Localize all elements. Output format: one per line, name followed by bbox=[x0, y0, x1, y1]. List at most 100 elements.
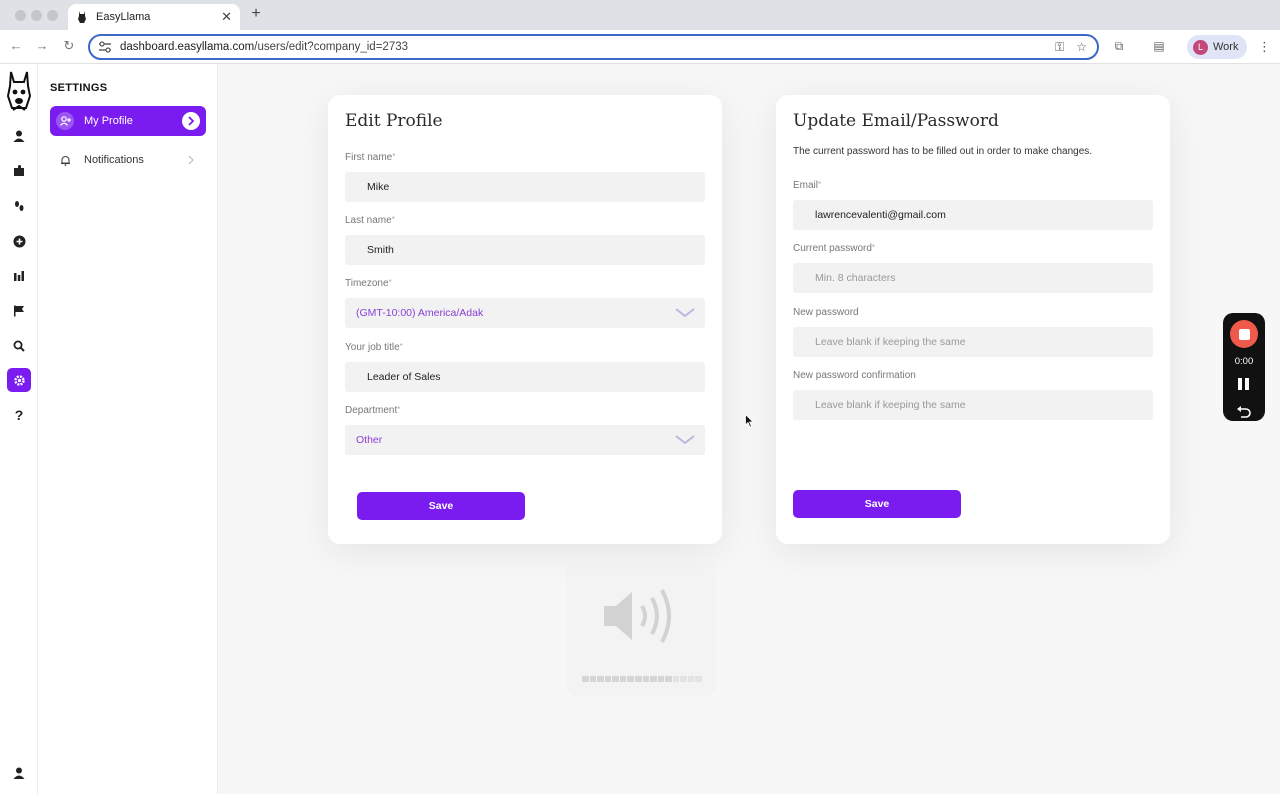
restart-icon[interactable] bbox=[1236, 406, 1252, 418]
url-path: /users/edit?company_id=2733 bbox=[254, 41, 409, 53]
rail-steps-icon[interactable] bbox=[7, 194, 31, 218]
tab-close-icon[interactable]: ✕ bbox=[221, 9, 232, 25]
new-tab-button[interactable]: + bbox=[248, 5, 264, 23]
department-select[interactable]: Other bbox=[345, 425, 705, 455]
add-user-icon bbox=[56, 112, 74, 130]
settings-title: SETTINGS bbox=[50, 82, 108, 94]
window-zoom-button[interactable] bbox=[47, 10, 58, 21]
required-marker: * bbox=[392, 152, 396, 161]
timezone-select[interactable]: (GMT-10:00) America/Adak bbox=[345, 298, 705, 328]
label-text: Timezone bbox=[345, 278, 389, 289]
required-marker: * bbox=[818, 180, 822, 189]
job-title-input[interactable]: Leader of Sales bbox=[345, 362, 705, 392]
stop-icon bbox=[1238, 328, 1250, 340]
rail-puzzle-icon[interactable] bbox=[7, 159, 31, 183]
volume-segment bbox=[657, 676, 665, 682]
volume-segment bbox=[634, 676, 642, 682]
save-profile-button[interactable]: Save bbox=[357, 492, 525, 520]
volume-segment bbox=[650, 676, 657, 682]
stop-recording-button[interactable] bbox=[1230, 320, 1258, 348]
rail-flag-icon[interactable] bbox=[7, 299, 31, 323]
timezone-value: (GMT-10:00) America/Adak bbox=[356, 307, 484, 319]
app-icon-rail: ? bbox=[0, 64, 38, 794]
url-text: dashboard.easyllama.com/users/edit?compa… bbox=[120, 41, 1055, 53]
side-panel-icon[interactable]: ▤ bbox=[1151, 39, 1167, 55]
email-label: Email* bbox=[793, 180, 821, 191]
screen-recorder-widget: 0:00 bbox=[1223, 313, 1265, 421]
new-password-confirmation-label: New password confirmation bbox=[793, 370, 916, 381]
reload-icon[interactable]: ↻ bbox=[61, 38, 77, 54]
label-text: Department bbox=[345, 405, 398, 416]
chevron-right-icon bbox=[182, 112, 200, 130]
label-text: Current password bbox=[793, 243, 872, 254]
rail-gear-icon[interactable] bbox=[7, 368, 31, 392]
browser-tab[interactable]: EasyLlama ✕ bbox=[68, 4, 240, 30]
volume-segment bbox=[582, 676, 589, 682]
department-value: Other bbox=[356, 434, 383, 446]
password-key-icon[interactable]: ⚿ bbox=[1055, 40, 1064, 55]
chevron-right-icon bbox=[182, 151, 200, 169]
rail-user-icon[interactable] bbox=[7, 124, 31, 148]
settings-sidebar: SETTINGS My Profile Notifications bbox=[38, 64, 218, 794]
job-title-label: Your job title* bbox=[345, 342, 403, 353]
tab-title: EasyLlama bbox=[96, 11, 151, 23]
browser-menu-icon[interactable]: ⋮ bbox=[1258, 39, 1271, 55]
sidebar-item-my-profile[interactable]: My Profile bbox=[50, 106, 206, 136]
required-marker: * bbox=[871, 243, 876, 252]
url-host: dashboard.easyllama.com bbox=[120, 41, 255, 53]
rail-help-icon[interactable]: ? bbox=[7, 403, 31, 427]
volume-segment bbox=[680, 676, 687, 682]
required-marker: * bbox=[388, 278, 392, 287]
card-description: The current password has to be filled ou… bbox=[793, 146, 1093, 157]
volume-level-bar bbox=[582, 676, 702, 682]
card-title: Edit Profile bbox=[345, 111, 443, 131]
window-minimize-button[interactable] bbox=[31, 10, 42, 21]
site-settings-icon[interactable] bbox=[98, 41, 112, 53]
rail-account-icon[interactable] bbox=[7, 761, 31, 785]
rail-plus-circle-icon[interactable] bbox=[7, 229, 31, 253]
email-field[interactable]: lawrencevalenti@gmail.com bbox=[793, 200, 1153, 230]
easyllama-logo[interactable] bbox=[4, 70, 34, 114]
chevron-down-icon bbox=[675, 435, 695, 445]
window-close-button[interactable] bbox=[15, 10, 26, 21]
recording-timer: 0:00 bbox=[1234, 356, 1254, 367]
rail-search-icon[interactable] bbox=[7, 334, 31, 358]
label-text: First name bbox=[345, 152, 393, 163]
current-password-label: Current password* bbox=[793, 243, 875, 254]
required-marker: * bbox=[399, 342, 403, 351]
chevron-down-icon bbox=[675, 308, 695, 318]
address-bar[interactable]: dashboard.easyllama.com/users/edit?compa… bbox=[88, 34, 1099, 60]
back-icon[interactable]: ← bbox=[8, 38, 24, 53]
first-name-input[interactable]: Mike bbox=[345, 172, 705, 202]
pause-icon[interactable] bbox=[1238, 378, 1250, 390]
rail-bar-chart-icon[interactable] bbox=[7, 264, 31, 288]
last-name-input[interactable]: Smith bbox=[345, 235, 705, 265]
volume-segment bbox=[627, 676, 634, 682]
sidebar-item-label: My Profile bbox=[84, 115, 133, 127]
edit-profile-card: Edit Profile First name* Mike Last name*… bbox=[328, 95, 722, 544]
current-password-input[interactable]: Min. 8 characters bbox=[793, 263, 1153, 293]
forward-icon[interactable]: → bbox=[34, 38, 50, 53]
volume-segment bbox=[642, 676, 650, 682]
speaker-icon bbox=[604, 589, 671, 643]
extensions-icon[interactable]: ⧉ bbox=[1111, 39, 1127, 55]
volume-overlay bbox=[566, 560, 716, 696]
volume-segment bbox=[695, 676, 702, 682]
new-password-confirmation-input[interactable]: Leave blank if keeping the same bbox=[793, 390, 1153, 420]
bell-icon bbox=[56, 151, 74, 169]
timezone-label: Timezone* bbox=[345, 278, 392, 289]
first-name-label: First name* bbox=[345, 152, 395, 163]
browser-tab-strip: EasyLlama ✕ + bbox=[0, 0, 1280, 30]
volume-segment bbox=[589, 676, 597, 682]
sidebar-item-notifications[interactable]: Notifications bbox=[50, 145, 206, 175]
label-text: Last name bbox=[345, 215, 392, 226]
volume-segment bbox=[619, 676, 627, 682]
profile-chip[interactable]: L Work bbox=[1187, 35, 1247, 59]
llama-favicon-icon bbox=[76, 11, 88, 23]
new-password-input[interactable]: Leave blank if keeping the same bbox=[793, 327, 1153, 357]
update-email-password-card: Update Email/Password The current passwo… bbox=[776, 95, 1170, 544]
profile-label: Work bbox=[1213, 41, 1239, 53]
save-email-password-button[interactable]: Save bbox=[793, 490, 961, 518]
bookmark-star-icon[interactable]: ☆ bbox=[1076, 40, 1087, 55]
new-password-label: New password bbox=[793, 307, 859, 318]
